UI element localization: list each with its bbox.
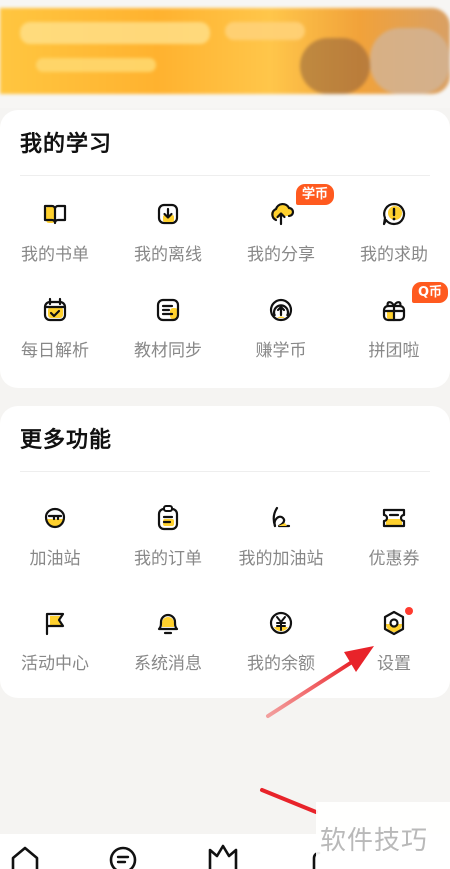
crown-icon[interactable]: [206, 842, 240, 869]
group-buy-badge: Q币: [412, 282, 449, 303]
arrow-shaft-2: [260, 788, 318, 814]
my-offline-label: 我的离线: [134, 245, 202, 265]
home-icon[interactable]: [8, 842, 42, 869]
more-features-card: 更多功能 加油站 我的订单 我的加油站 优惠券 活动中心 系统消息 我的余额 设…: [0, 406, 450, 698]
textbook-sync-button[interactable]: 教材同步: [113, 296, 223, 376]
my-gas-station-label: 我的加油站: [238, 549, 324, 569]
textbook-sync-label: 教材同步: [134, 341, 202, 361]
my-orders-button[interactable]: 我的订单: [113, 504, 223, 584]
my-share-label: 我的分享: [247, 245, 315, 265]
calendar-check-icon: [43, 297, 67, 322]
book-icon: [43, 204, 67, 225]
more-features-title: 更多功能: [20, 428, 113, 453]
my-booklist-button[interactable]: 我的书单: [0, 200, 110, 280]
banner-area: [0, 0, 450, 108]
flag-icon: [45, 612, 65, 636]
cloud-upload-icon: [271, 202, 295, 226]
earn-coins-button[interactable]: 赚学币: [226, 296, 336, 376]
my-orders-label: 我的订单: [134, 549, 202, 569]
gas-station-label: 加油站: [29, 549, 81, 569]
share-badge: 学币: [296, 184, 335, 205]
my-study-title: 我的学习: [20, 132, 113, 157]
activity-center-button[interactable]: 活动中心: [0, 609, 110, 689]
clipboard-icon: [157, 505, 179, 531]
settings-button[interactable]: 设置: [339, 609, 449, 689]
watermark-text: 软件技巧: [320, 826, 429, 856]
watermark: 软件技巧: [316, 802, 450, 869]
earn-coins-label: 赚学币: [255, 341, 307, 361]
bell-icon: [157, 613, 179, 635]
coupons-label: 优惠券: [368, 549, 420, 569]
my-offline-button[interactable]: 我的离线: [113, 200, 223, 280]
my-help-button[interactable]: 我的求助: [339, 200, 449, 280]
chat-icon[interactable]: [106, 842, 140, 869]
daily-analysis-label: 每日解析: [21, 341, 89, 361]
divider: [20, 471, 430, 472]
download-icon: [157, 203, 179, 225]
my-study-card: 我的学习 我的书单 我的离线 我的分享 学币 我的求助 每日解析 教材同步 赚学…: [0, 110, 450, 388]
divider: [20, 175, 430, 176]
mascot-face-icon: [44, 507, 66, 529]
settings-gear-icon: [383, 610, 405, 636]
daily-analysis-button[interactable]: 每日解析: [0, 296, 110, 376]
my-balance-label: 我的余额: [247, 654, 315, 674]
promo-banner[interactable]: [0, 8, 450, 94]
system-messages-button[interactable]: 系统消息: [113, 609, 223, 689]
coupons-button[interactable]: 优惠券: [339, 504, 449, 584]
ticket-icon: [382, 508, 406, 528]
coin-arrow-icon: [269, 298, 293, 322]
gift-icon: [382, 301, 406, 322]
my-gas-station-button[interactable]: 我的加油站: [226, 504, 336, 584]
settings-notification-dot: [405, 607, 413, 615]
textbook-icon: [156, 298, 180, 322]
activity-center-label: 活动中心: [21, 654, 89, 674]
help-bubble-icon: [382, 202, 406, 226]
my-booklist-label: 我的书单: [21, 245, 89, 265]
swirl-icon: [272, 506, 291, 528]
my-balance-button[interactable]: 我的余额: [226, 609, 336, 689]
yen-coin-icon: [269, 611, 293, 635]
group-buy-label: 拼团啦: [368, 341, 420, 361]
my-share-button[interactable]: 我的分享: [226, 200, 336, 280]
my-help-label: 我的求助: [360, 245, 428, 265]
settings-label: 设置: [377, 654, 411, 674]
gas-station-button[interactable]: 加油站: [0, 504, 110, 584]
system-messages-label: 系统消息: [134, 654, 202, 674]
group-buy-button[interactable]: 拼团啦: [339, 296, 449, 376]
